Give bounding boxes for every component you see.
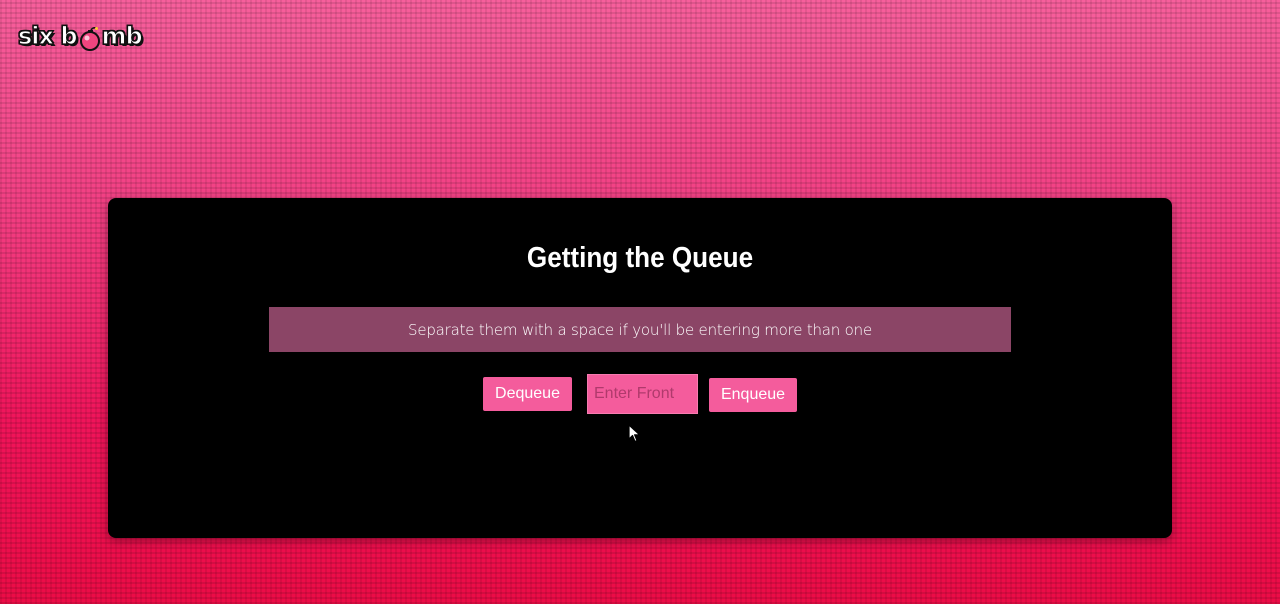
- bomb-icon: [79, 27, 101, 51]
- dequeue-button[interactable]: Dequeue: [483, 377, 572, 411]
- enqueue-button[interactable]: Enqueue: [709, 378, 797, 412]
- brand-logo[interactable]: six b mb: [17, 14, 143, 58]
- page-title: Getting the Queue: [526, 242, 754, 274]
- enter-front-input[interactable]: [587, 374, 698, 414]
- queue-panel: Getting the Queue Separate them with a s…: [108, 198, 1172, 538]
- hint-bar: Separate them with a space if you'll be …: [269, 307, 1011, 352]
- logo-text-start: six b: [17, 21, 78, 50]
- queue-controls: Dequeue Enqueue: [108, 374, 1172, 416]
- mouse-cursor-icon: [628, 424, 642, 444]
- logo-text-end: mb: [101, 21, 143, 50]
- hint-text: Separate them with a space if you'll be …: [408, 320, 872, 339]
